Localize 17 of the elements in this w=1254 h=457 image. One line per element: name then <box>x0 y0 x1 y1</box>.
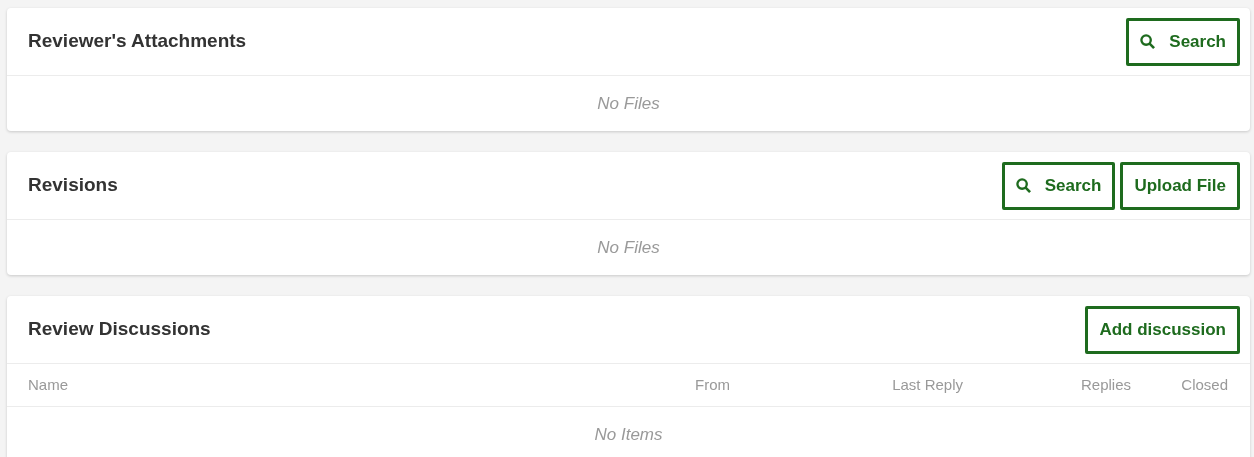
column-header: Replies <box>1079 374 1131 395</box>
action-button[interactable]: Upload File <box>1120 161 1240 210</box>
column-header: Name <box>28 374 69 395</box>
empty-message: No Files <box>597 92 660 115</box>
search-button[interactable]: Search <box>1126 17 1240 66</box>
column-header: Last Reply <box>891 374 963 395</box>
search-icon <box>1015 178 1031 193</box>
search-button[interactable]: Search <box>1001 161 1116 210</box>
column-header: Closed <box>1180 374 1228 395</box>
column-header: From <box>694 374 730 395</box>
action-button[interactable]: Add discussion <box>1085 305 1240 354</box>
search-icon <box>1140 34 1156 49</box>
section-title: Review Discussions <box>28 317 211 342</box>
section-title: Reviewer's Attachments <box>28 29 247 54</box>
section-title: Revisions <box>28 173 118 198</box>
empty-message: No Files <box>597 236 660 259</box>
empty-message: No Items <box>594 423 663 446</box>
